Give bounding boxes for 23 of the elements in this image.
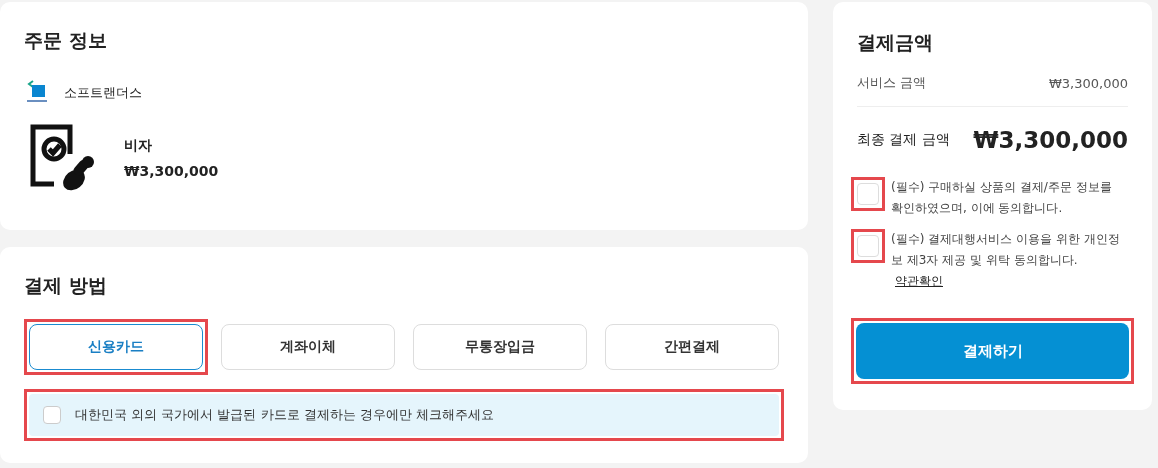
payment-method-tab[interactable]: 무통장입금 bbox=[413, 324, 587, 370]
agreement-text: (필수) 결제대행서비스 이용을 위한 개인정보 제3자 제공 및 위탁 동의합니다. bbox=[891, 232, 1120, 267]
section-title: 결제금액 bbox=[857, 30, 934, 55]
total-amount: ₩3,300,000 bbox=[973, 127, 1128, 153]
payment-method-tab[interactable]: 계좌이체 bbox=[221, 324, 395, 370]
seller-name: 소프트랜더스 bbox=[64, 84, 142, 102]
product-name: 비자 bbox=[124, 137, 153, 155]
service-label: 서비스 금액 bbox=[857, 74, 927, 92]
stamped-document-icon bbox=[30, 124, 96, 192]
pay-button[interactable]: 결제하기 bbox=[856, 323, 1129, 379]
checkbox-label: 대한민국 외의 국가에서 발급된 카드로 결제하는 경우에만 체크해주세요 bbox=[75, 406, 494, 424]
terms-link[interactable]: 약관확인 bbox=[895, 271, 943, 292]
product-price: ₩3,300,000 bbox=[124, 163, 219, 179]
checkbox[interactable] bbox=[857, 183, 879, 205]
section-title: 주문 정보 bbox=[24, 28, 108, 53]
section-title: 결제 방법 bbox=[24, 273, 108, 298]
service-amount: ₩3,300,000 bbox=[1049, 75, 1128, 91]
checkbox[interactable] bbox=[857, 235, 879, 257]
total-label: 최종 결제 금액 bbox=[857, 131, 950, 149]
checkbox[interactable] bbox=[43, 406, 61, 424]
payment-method-tab[interactable]: 간편결제 bbox=[605, 324, 779, 370]
payment-method-tab[interactable]: 신용카드 bbox=[29, 324, 203, 370]
agreement-text: (필수) 구매하실 상품의 결제/주문 정보를 확인하였으며, 이에 동의합니다. bbox=[891, 180, 1112, 215]
